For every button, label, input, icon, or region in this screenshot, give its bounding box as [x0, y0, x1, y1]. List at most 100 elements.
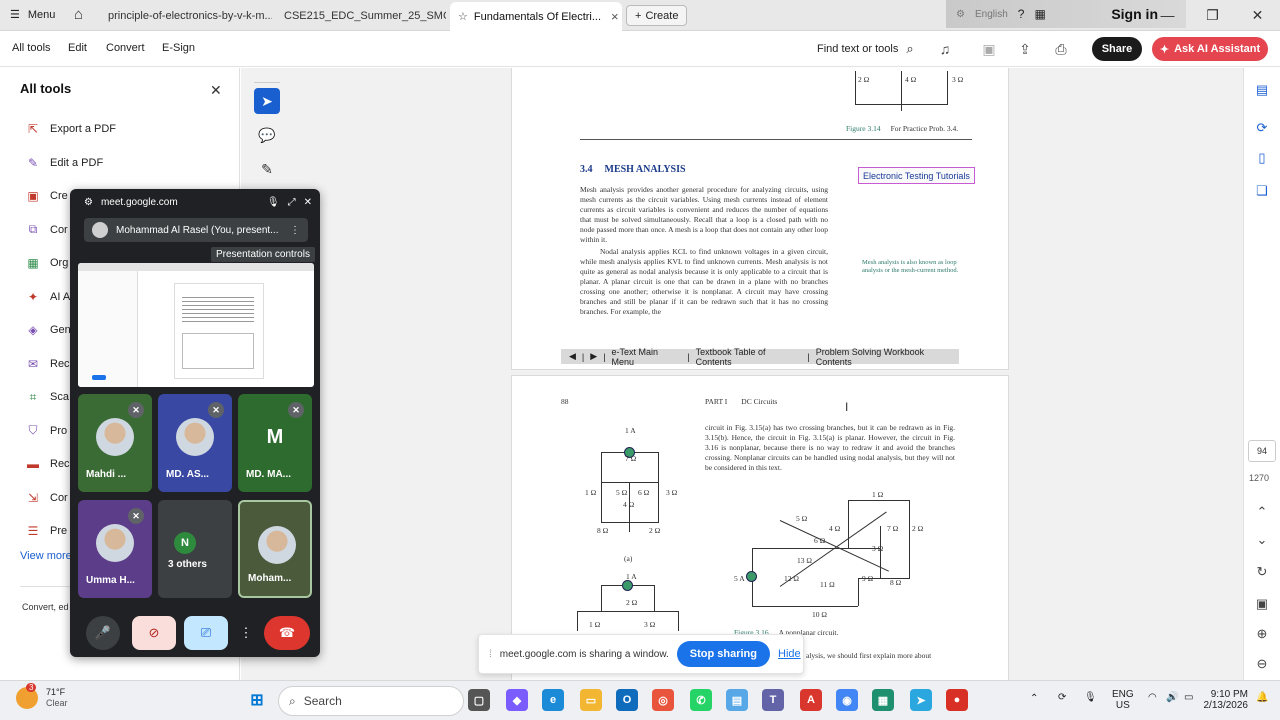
file-explorer-icon[interactable]: ▭: [580, 689, 602, 711]
bookmark-icon[interactable]: ▯: [1254, 150, 1270, 166]
participant-tile[interactable]: ✕ Umma H...: [78, 500, 152, 598]
present-button[interactable]: ⎚: [184, 616, 228, 650]
view-more-link[interactable]: View more: [20, 550, 72, 562]
find-tools[interactable]: Find text or tools ⌕: [817, 41, 914, 57]
teams-icon[interactable]: T: [762, 689, 784, 711]
telegram-icon[interactable]: ➤: [910, 689, 932, 711]
zoom-in-icon[interactable]: ⊕: [1254, 626, 1270, 642]
share-button[interactable]: Share: [1092, 37, 1142, 61]
sync-tray-icon[interactable]: ⟳: [1058, 692, 1066, 703]
tool-item[interactable]: ⌗ Sca: [26, 390, 69, 404]
tool-item[interactable]: ⛉ Pro: [26, 423, 67, 438]
windows-start-icon[interactable]: ⊞: [246, 689, 268, 711]
home-icon[interactable]: ⌂: [74, 6, 83, 23]
pages-icon[interactable]: ❏: [1254, 183, 1270, 199]
notifications-icon[interactable]: 🔔: [1256, 692, 1268, 703]
participant-tile[interactable]: Moham...: [238, 500, 312, 598]
more-options-icon[interactable]: ⋮: [290, 225, 300, 236]
menu-all-tools[interactable]: All tools: [12, 42, 51, 54]
document-viewport[interactable]: 2 Ω 4 Ω 3 Ω Figure 3.14 For Practice Pro…: [241, 68, 1243, 680]
more-actions-button[interactable]: ⋮: [238, 616, 254, 650]
clock[interactable]: 9:10 PM 2/13/2026: [1198, 689, 1249, 711]
apps-icon[interactable]: ▦: [1034, 7, 1045, 21]
copilot-icon[interactable]: ◆: [506, 689, 528, 711]
zoom-out-icon[interactable]: ⊖: [1254, 656, 1270, 672]
sync-icon[interactable]: ⟳: [1254, 120, 1270, 136]
tab-fundamentals[interactable]: ☆ Fundamentals Of Electri... ×: [450, 2, 622, 31]
tray-chevron-icon[interactable]: ⌃: [1030, 693, 1038, 704]
tutorial-link[interactable]: Electronic Testing Tutorials: [858, 167, 975, 184]
task-view-icon[interactable]: ▢: [468, 689, 490, 711]
tool-item[interactable]: ✉ Rec: [26, 357, 70, 371]
edge-icon[interactable]: e: [542, 689, 564, 711]
select-tool-icon[interactable]: ➤: [254, 88, 280, 114]
ask-ai-button[interactable]: ✦ Ask AI Assistant: [1152, 37, 1268, 61]
page-up-icon[interactable]: ⌃: [1254, 504, 1270, 520]
tool-item[interactable]: ⇲ Cor: [26, 491, 68, 505]
hide-link[interactable]: Hide: [778, 648, 801, 660]
app-icon[interactable]: ▤: [726, 689, 748, 711]
menu-button[interactable]: ☰ Menu: [10, 8, 55, 22]
leave-call-button[interactable]: ☎: [264, 616, 310, 650]
drag-handle-icon[interactable]: ⁞: [489, 649, 492, 660]
close-panel-icon[interactable]: ✕: [210, 82, 222, 99]
recorder-icon[interactable]: ●: [946, 689, 968, 711]
menu-esign[interactable]: E-Sign: [162, 42, 195, 54]
minimize-icon[interactable]: —: [1145, 0, 1190, 30]
tab-principle-electronics[interactable]: principle-of-electronics-by-v-k-m...: [100, 4, 272, 28]
page-down-icon[interactable]: ⌄: [1254, 532, 1270, 548]
tab-cse215[interactable]: CSE215_EDC_Summer_25_SMC(...: [276, 4, 446, 28]
menu-convert[interactable]: Convert: [106, 42, 145, 54]
mic-toggle-button[interactable]: 🎤: [86, 616, 120, 650]
tool-item[interactable]: ✦ AI A: [26, 290, 70, 304]
participant-tile[interactable]: ✕ MD. AS...: [158, 394, 232, 492]
participant-tile[interactable]: ✕ M MD. MA...: [238, 394, 312, 492]
comment-tool-icon[interactable]: 💬: [254, 122, 280, 148]
close-pip-icon[interactable]: ✕: [304, 197, 312, 208]
tool-item[interactable]: ◈ Gen: [26, 323, 70, 337]
camera-toggle-button[interactable]: ⊘: [132, 616, 176, 650]
tool-item[interactable]: ▦ Org: [26, 256, 68, 270]
save-page-icon[interactable]: ▣: [1254, 596, 1270, 612]
mic-header-icon[interactable]: 🎙: [267, 197, 280, 208]
maximize-icon[interactable]: ❐: [1190, 0, 1235, 30]
current-page-input[interactable]: 94: [1248, 440, 1276, 462]
participant-tile[interactable]: N 3 others: [158, 500, 232, 598]
volume-icon[interactable]: 🔊: [1166, 692, 1178, 703]
tool-item[interactable]: ⧉ Cor: [26, 222, 68, 237]
outlook-icon[interactable]: O: [616, 689, 638, 711]
menu-edit[interactable]: Edit: [68, 42, 87, 54]
comment-panel-icon[interactable]: ▤: [1254, 82, 1270, 98]
battery-icon[interactable]: ▭: [1184, 692, 1193, 703]
main-menu-link[interactable]: e-Text Main Menu: [612, 347, 682, 367]
pen-tool-icon[interactable]: ✎: [254, 156, 280, 182]
presenter-bar[interactable]: Mohammad Al Rasel (You, present... ⋮: [84, 218, 308, 242]
save-icon[interactable]: ▣: [980, 40, 998, 58]
participant-tile[interactable]: ✕ Mahdi ...: [78, 394, 152, 492]
stop-sharing-button[interactable]: Stop sharing: [676, 641, 770, 667]
wifi-icon[interactable]: ◠: [1148, 692, 1157, 703]
close-tab-icon[interactable]: ×: [611, 9, 619, 24]
back-to-tab-icon[interactable]: ⤢: [288, 197, 296, 208]
whatsapp-icon[interactable]: ✆: [690, 689, 712, 711]
print-icon[interactable]: ⎙: [1052, 40, 1070, 58]
office-icon[interactable]: ◎: [652, 689, 674, 711]
mic-tray-icon[interactable]: 🎙: [1084, 692, 1097, 703]
upload-icon[interactable]: ⇪: [1016, 40, 1034, 58]
tool-item[interactable]: ✎ Edit a PDF: [26, 156, 103, 170]
workbook-link[interactable]: Problem Solving Workbook Contents: [816, 347, 959, 367]
toc-link[interactable]: Textbook Table of Contents: [696, 347, 802, 367]
prev-arrow-icon[interactable]: ◀: [569, 351, 576, 362]
tool-item[interactable]: ▣ Cre: [26, 189, 67, 203]
site-settings-icon[interactable]: ⚙: [84, 197, 93, 208]
close-window-icon[interactable]: ✕: [1235, 0, 1280, 30]
taskbar-search[interactable]: ⌕ Search: [278, 686, 464, 716]
tool-item[interactable]: ▬ Rec: [26, 457, 70, 471]
acrobat-icon[interactable]: A: [800, 689, 822, 711]
tool-item[interactable]: ⇱ Export a PDF: [26, 122, 116, 136]
headphones-icon[interactable]: ♫: [936, 40, 954, 58]
help-icon[interactable]: ?: [1018, 7, 1025, 21]
create-tab-button[interactable]: + Create: [626, 5, 688, 26]
terminal-icon[interactable]: ▦: [872, 689, 894, 711]
meet-pip-window[interactable]: ⚙ meet.google.com 🎙 ⤢ ✕ Mohammad Al Rase…: [70, 189, 320, 657]
